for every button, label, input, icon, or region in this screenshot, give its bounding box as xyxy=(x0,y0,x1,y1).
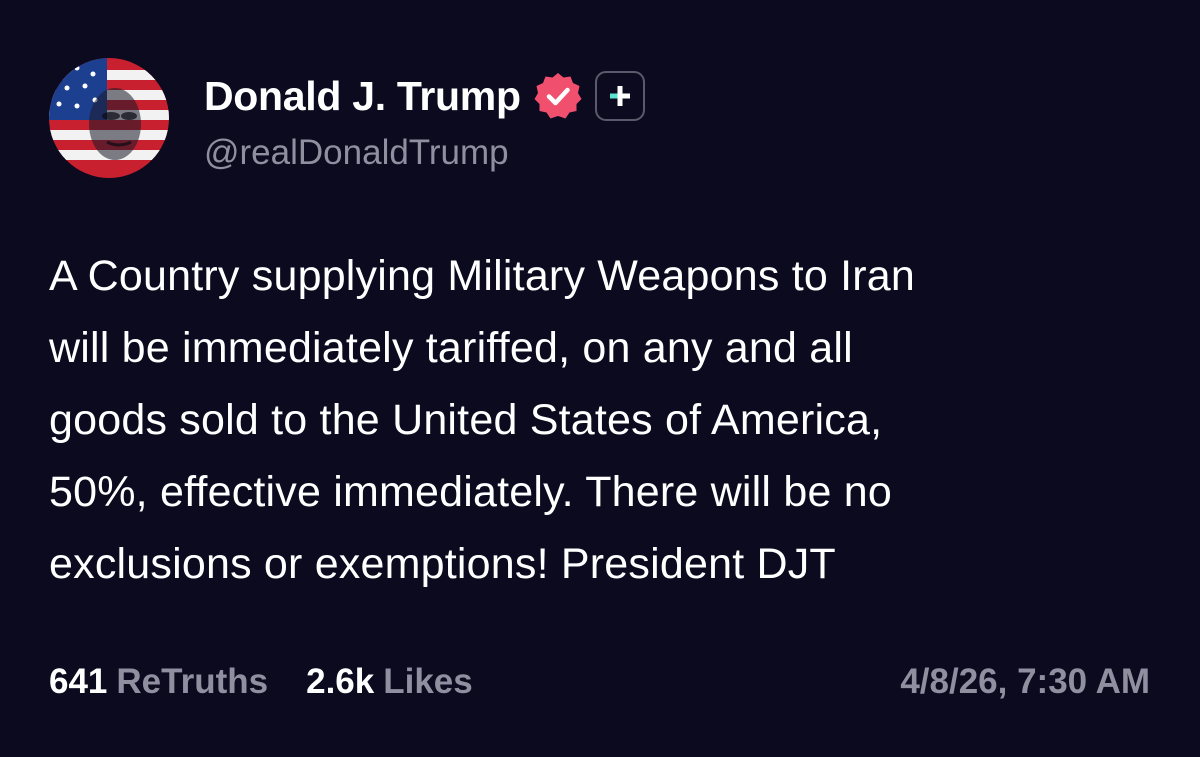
retruths-stat[interactable]: 641 ReTruths xyxy=(49,662,268,702)
user-handle[interactable]: @realDonaldTrump xyxy=(204,133,509,173)
post-text-line: A Country supplying Military Weapons to … xyxy=(49,252,916,300)
plus-badge-icon[interactable] xyxy=(594,71,645,121)
likes-count: 2.6k xyxy=(306,662,375,701)
avatar-image xyxy=(49,58,169,178)
post-stats: 641 ReTruths 2.6k Likes xyxy=(49,662,473,702)
post-text-line: goods sold to the United States of Ameri… xyxy=(49,396,883,444)
post-text-line: will be immediately tariffed, on any and… xyxy=(49,324,853,372)
display-name[interactable]: Donald J. Trump xyxy=(204,73,521,120)
retruths-label: ReTruths xyxy=(116,662,269,701)
avatar[interactable] xyxy=(49,58,169,178)
post-text: A Country supplying Military Weapons to … xyxy=(49,240,1159,600)
likes-stat[interactable]: 2.6k Likes xyxy=(306,662,473,702)
post-text-line: 50%, effective immediately. There will b… xyxy=(49,468,892,516)
post-timestamp[interactable]: 4/8/26, 7:30 AM xyxy=(900,662,1150,702)
verified-badge-icon xyxy=(533,71,583,121)
display-name-row: Donald J. Trump xyxy=(204,68,645,124)
truth-post: Donald J. Trump @realDonaldTrump A Count… xyxy=(0,0,1200,757)
post-text-line: exclusions or exemptions! President DJT xyxy=(49,540,836,588)
retruths-count: 641 xyxy=(49,662,108,701)
likes-label: Likes xyxy=(383,662,473,701)
